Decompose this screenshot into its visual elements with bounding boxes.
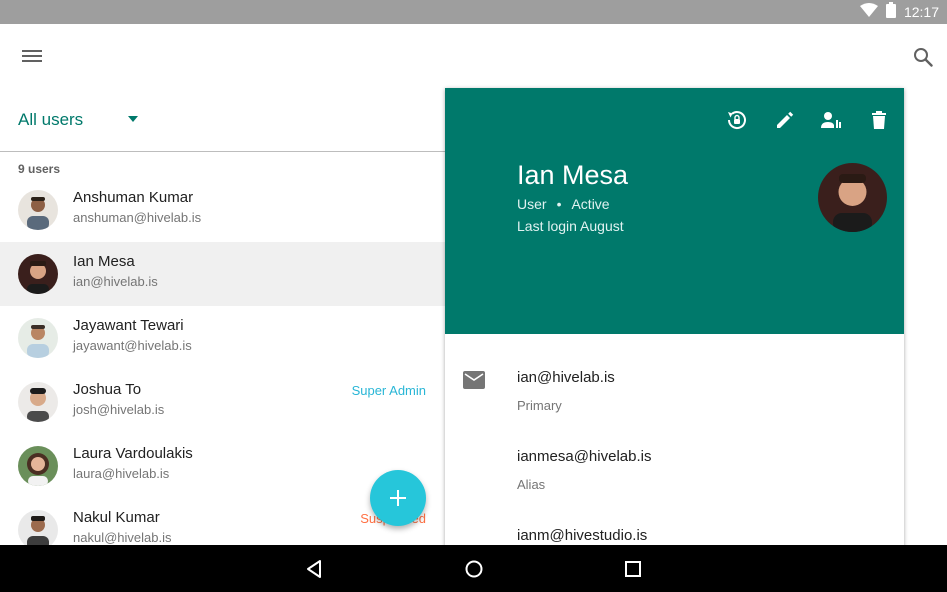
- recents-button[interactable]: [621, 557, 645, 581]
- detail-header: Ian Mesa User • Active Last login August: [445, 88, 904, 334]
- email-entry-alias[interactable]: ianmesa@hivelab.is Alias: [517, 448, 651, 492]
- user-row[interactable]: Anshuman Kumar anshuman@hivelab.is: [0, 178, 445, 242]
- dropdown-arrow-icon: [128, 116, 138, 122]
- avatar: [18, 382, 58, 422]
- add-icon: [390, 490, 406, 506]
- menu-icon: [22, 50, 42, 62]
- detail-role: User: [517, 196, 547, 212]
- menu-button[interactable]: [18, 44, 46, 68]
- user-detail-card: Ian Mesa User • Active Last login August: [445, 88, 904, 558]
- reset-password-icon: [727, 111, 746, 129]
- user-name: Laura Vardoulakis: [73, 445, 193, 462]
- user-row[interactable]: Joshua To josh@hivelab.is Super Admin: [0, 370, 445, 434]
- admin-app-screen: 12:17 All users 9 users Anshuman Kumar a…: [0, 0, 947, 592]
- delete-icon: [872, 111, 886, 129]
- user-name: Jayawant Tewari: [73, 317, 184, 334]
- search-button[interactable]: [910, 44, 936, 70]
- manage-roles-icon: [821, 112, 841, 128]
- avatar: [18, 318, 58, 358]
- status-time: 12:17: [903, 4, 939, 20]
- email-address: ian@hivelab.is: [517, 369, 615, 386]
- back-icon: [307, 560, 321, 578]
- email-entry[interactable]: ianm@hivestudio.is: [517, 527, 647, 544]
- detail-user-name: Ian Mesa: [517, 160, 629, 190]
- reset-password-button[interactable]: [725, 108, 749, 132]
- home-icon: [465, 560, 483, 578]
- avatar: [18, 446, 58, 486]
- recents-icon: [625, 561, 641, 577]
- add-user-button[interactable]: [370, 470, 426, 526]
- list-divider: [0, 151, 445, 152]
- user-email: josh@hivelab.is: [73, 402, 165, 417]
- wifi-icon: [859, 2, 878, 22]
- manage-roles-button[interactable]: [819, 108, 843, 132]
- user-email: jayawant@hivelab.is: [73, 338, 192, 353]
- home-button[interactable]: [462, 557, 486, 581]
- filter-label: All users: [18, 110, 84, 129]
- email-entry-primary[interactable]: ian@hivelab.is Primary: [517, 369, 615, 413]
- user-email: ian@hivelab.is: [73, 274, 158, 289]
- email-type: Alias: [517, 477, 546, 492]
- email-type: Primary: [517, 398, 562, 413]
- navigation-bar: [0, 545, 947, 592]
- user-name: Ian Mesa: [73, 253, 135, 270]
- search-icon: [914, 48, 933, 67]
- detail-avatar: [818, 163, 887, 232]
- user-email: anshuman@hivelab.is: [73, 210, 202, 225]
- avatar: [18, 510, 58, 545]
- email-icon: [463, 371, 485, 389]
- user-name: Joshua To: [73, 381, 142, 398]
- delete-button[interactable]: [867, 108, 891, 132]
- avatar: [18, 190, 58, 230]
- avatar: [18, 254, 58, 294]
- edit-button[interactable]: [773, 108, 797, 132]
- detail-last-login: Last login August: [517, 218, 624, 234]
- email-address: ianm@hivestudio.is: [517, 527, 648, 544]
- edit-icon: [777, 111, 794, 128]
- user-email: nakul@hivelab.is: [73, 530, 172, 545]
- user-name: Anshuman Kumar: [73, 189, 194, 206]
- super-admin-badge: Super Admin: [351, 383, 426, 398]
- back-button[interactable]: [302, 557, 326, 581]
- detail-meta: User • Active: [517, 196, 610, 212]
- user-row[interactable]: Jayawant Tewari jayawant@hivelab.is: [0, 306, 445, 370]
- status-bar: 12:17: [0, 0, 947, 24]
- user-count: 9 users: [18, 162, 61, 176]
- email-address: ianmesa@hivelab.is: [517, 448, 652, 465]
- user-row-selected[interactable]: Ian Mesa ian@hivelab.is: [0, 242, 445, 306]
- meta-separator: •: [556, 196, 562, 212]
- battery-icon: [885, 1, 896, 23]
- user-filter-dropdown[interactable]: All users: [18, 106, 158, 134]
- user-name: Nakul Kumar: [73, 509, 160, 526]
- user-email: laura@hivelab.is: [73, 466, 170, 481]
- detail-status: Active: [571, 196, 610, 212]
